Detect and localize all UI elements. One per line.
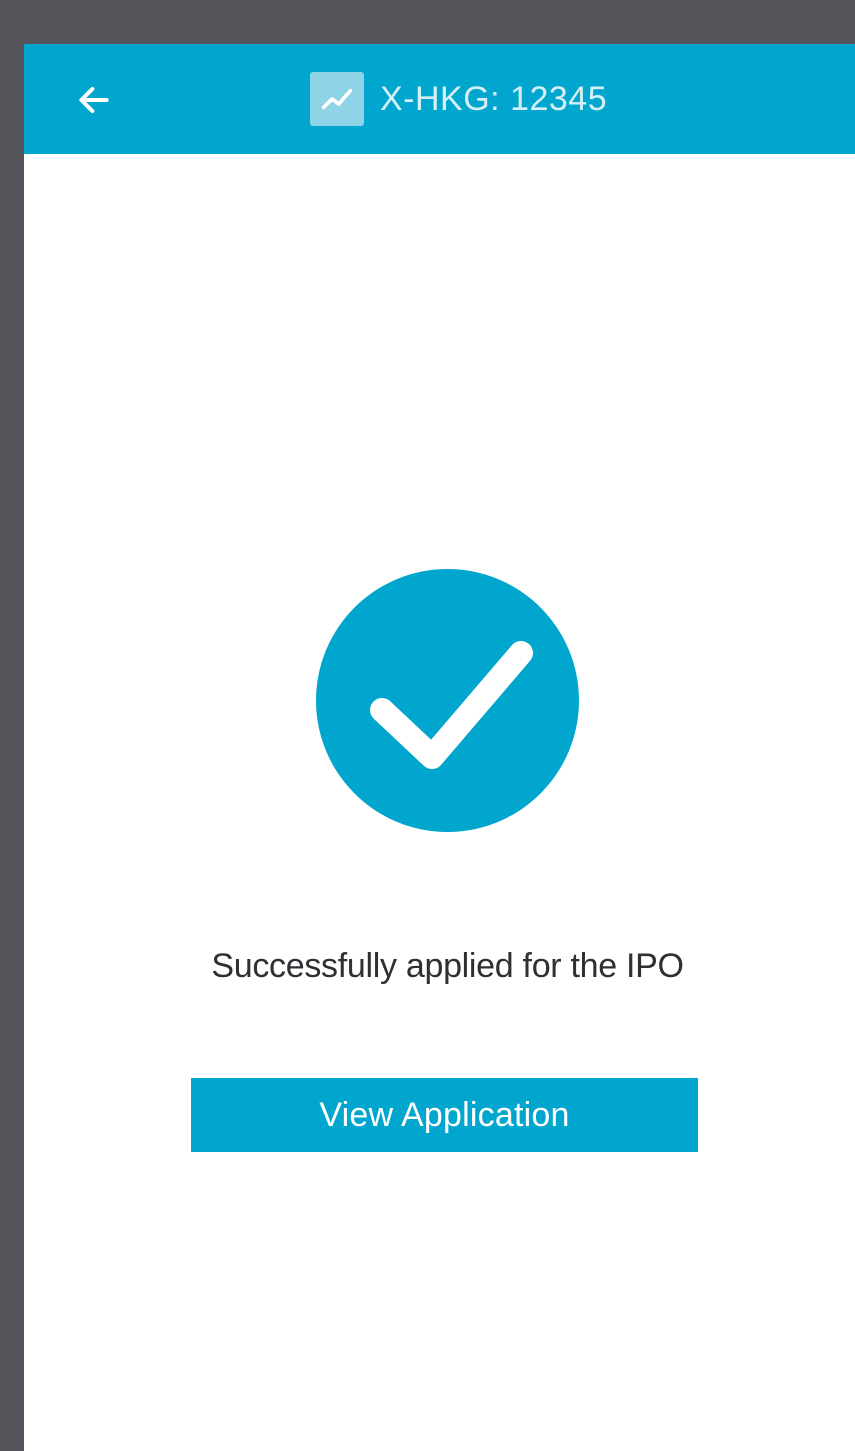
stock-chart-icon <box>310 72 364 126</box>
arrow-left-icon <box>79 86 109 114</box>
check-circle-icon <box>316 569 579 832</box>
success-message: Successfully applied for the IPO <box>211 947 684 985</box>
app-screen: X-HKG: 12345 Successfully applied for th… <box>24 44 855 1451</box>
app-bar: X-HKG: 12345 <box>24 44 855 154</box>
view-application-button[interactable]: View Application <box>191 1078 698 1152</box>
page-title: X-HKG: 12345 <box>380 79 608 118</box>
back-button[interactable] <box>68 74 120 126</box>
header-title-group: X-HKG: 12345 <box>310 72 607 126</box>
